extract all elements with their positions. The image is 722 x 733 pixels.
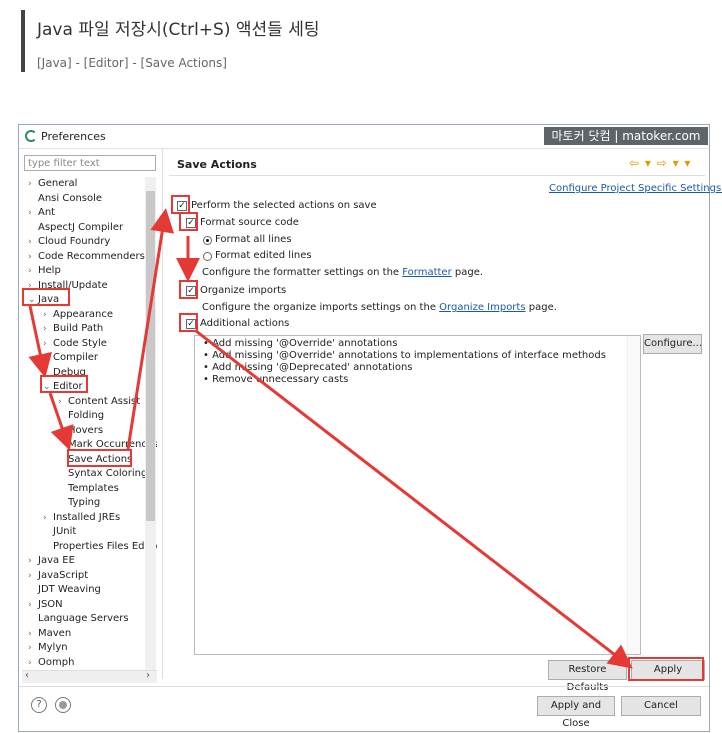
- arrow-save-perform: [126, 208, 175, 450]
- arrow-java-editor: [28, 305, 53, 378]
- arrow-additional-apply: [195, 329, 633, 669]
- arrow-editor-save: [48, 392, 74, 451]
- annotation-arrows: [28, 208, 633, 669]
